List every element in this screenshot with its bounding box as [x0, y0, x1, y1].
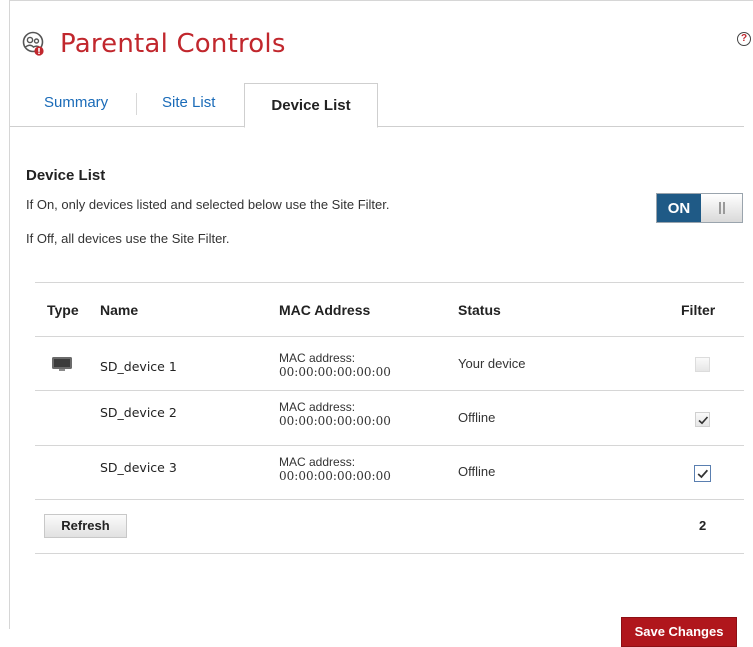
- tab-site-list[interactable]: Site List: [162, 83, 215, 127]
- mac-label: MAC address:: [279, 400, 356, 414]
- toggle-knob: [701, 194, 742, 222]
- mac-label: MAC address:: [279, 351, 356, 365]
- column-header-name: Name: [100, 302, 139, 318]
- section-title: Device List: [26, 167, 106, 184]
- refresh-button[interactable]: Refresh: [44, 514, 127, 538]
- device-name: SD_device 2: [100, 405, 177, 420]
- column-header-status: Status: [458, 302, 501, 318]
- checkmark-icon: [698, 416, 709, 425]
- toggle-on-label: ON: [657, 194, 701, 222]
- description-off: If Off, all devices use the Site Filter.: [26, 231, 230, 246]
- page-header: Parental Controls: [20, 27, 286, 61]
- table-divider: [35, 336, 744, 337]
- device-status: Offline: [458, 464, 496, 479]
- page-title: Parental Controls: [60, 29, 286, 59]
- mac-value: 00:00:00:00:00:00: [279, 365, 391, 379]
- filter-checkbox[interactable]: [695, 357, 710, 372]
- tab-divider: [136, 93, 137, 115]
- help-icon[interactable]: ?: [737, 32, 751, 46]
- mac-address: MAC address: 00:00:00:00:00:00: [279, 455, 391, 483]
- table-divider: [35, 499, 744, 500]
- description-on: If On, only devices listed and selected …: [26, 197, 390, 212]
- mac-value: 00:00:00:00:00:00: [279, 469, 391, 483]
- device-status: Your device: [458, 356, 526, 371]
- save-changes-button[interactable]: Save Changes: [621, 617, 737, 647]
- mac-address: MAC address: 00:00:00:00:00:00: [279, 400, 391, 428]
- device-name: SD_device 3: [100, 460, 177, 475]
- device-name: SD_device 1: [100, 359, 177, 374]
- table-divider: [35, 445, 744, 446]
- checkmark-icon: [697, 469, 709, 479]
- mac-address: MAC address: 00:00:00:00:00:00: [279, 351, 391, 379]
- column-header-filter: Filter: [681, 302, 716, 318]
- filter-checkbox[interactable]: [695, 412, 710, 427]
- tab-bar: Summary Site List Device List: [10, 83, 744, 128]
- column-header-type: Type: [47, 302, 79, 318]
- table-divider: [35, 390, 744, 391]
- mac-value: 00:00:00:00:00:00: [279, 414, 391, 428]
- filter-checkbox[interactable]: [694, 465, 711, 482]
- tab-device-list[interactable]: Device List: [244, 83, 378, 128]
- tv-icon: [52, 357, 72, 371]
- site-filter-toggle[interactable]: ON: [656, 193, 743, 223]
- mac-label: MAC address:: [279, 455, 356, 469]
- selected-count: 2: [699, 518, 707, 533]
- table-divider: [35, 553, 744, 554]
- column-header-mac: MAC Address: [279, 302, 371, 318]
- tab-summary[interactable]: Summary: [44, 83, 108, 127]
- parental-controls-icon: [22, 31, 44, 56]
- device-status: Offline: [458, 410, 496, 425]
- table-divider: [35, 282, 744, 283]
